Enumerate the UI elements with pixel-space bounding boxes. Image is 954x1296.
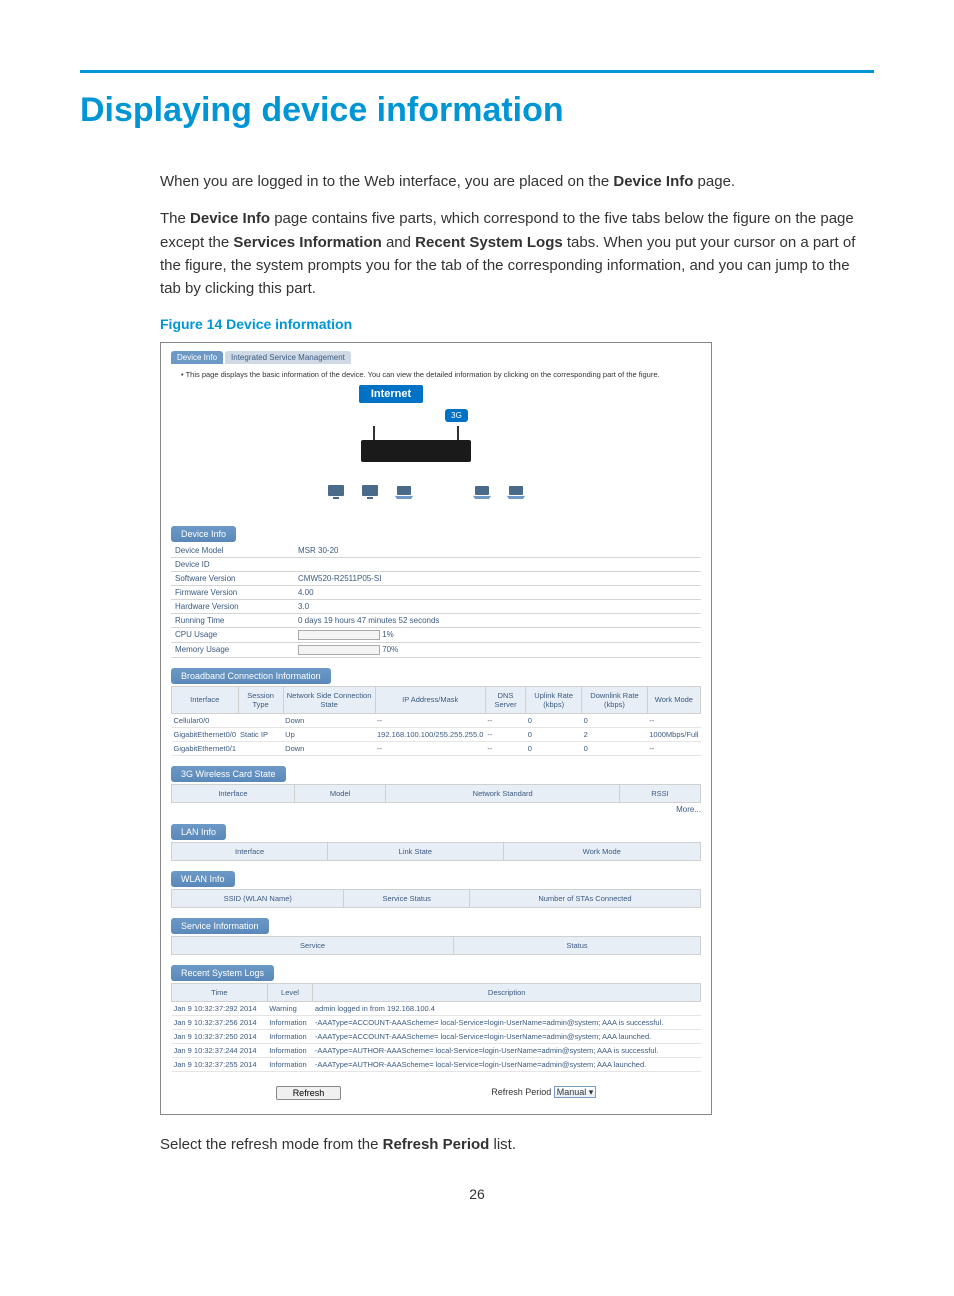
- service-table: ServiceStatus: [171, 936, 701, 955]
- column-header: Status: [454, 936, 701, 954]
- tab-ism[interactable]: Integrated Service Management: [225, 351, 351, 364]
- desktop-icon: [360, 482, 380, 502]
- more-link[interactable]: More...: [171, 805, 701, 814]
- device-info-table: Device ModelMSR 30-20Device IDSoftware V…: [171, 544, 701, 658]
- kv-key: Software Version: [171, 571, 294, 585]
- table-row: Jan 9 10:32:37:250 2014Information-AAATy…: [172, 1029, 701, 1043]
- column-header: Work Mode: [503, 842, 701, 860]
- column-header: Number of STAs Connected: [469, 889, 700, 907]
- column-header: Network Standard: [386, 784, 620, 802]
- refresh-period-select[interactable]: Manual ▾: [554, 1086, 597, 1098]
- column-header: RSSI: [620, 784, 701, 802]
- closing-paragraph: Select the refresh mode from the Refresh…: [160, 1133, 874, 1156]
- laptop-icon: [506, 482, 526, 502]
- kv-value: CMW520-R2511P05-SI: [294, 571, 701, 585]
- column-header: DNS Server: [485, 686, 525, 713]
- section-pill-logs[interactable]: Recent System Logs: [171, 965, 274, 981]
- desktop-icon: [326, 482, 346, 502]
- intro-paragraph-1: When you are logged in to the Web interf…: [160, 170, 874, 193]
- wlan-table: SSID (WLAN Name)Service StatusNumber of …: [171, 889, 701, 908]
- column-header: IP Address/Mask: [375, 686, 485, 713]
- figure-caption: Figure 14 Device information: [160, 314, 874, 336]
- section-pill-wlan[interactable]: WLAN Info: [171, 871, 235, 887]
- table-row: GigabitEthernet0/1Down----00--: [172, 741, 701, 755]
- kv-key: Hardware Version: [171, 599, 294, 613]
- column-header: Interface: [172, 784, 295, 802]
- kv-key: Running Time: [171, 613, 294, 627]
- page-number: 26: [80, 1186, 874, 1202]
- memory-usage-label: Memory Usage: [171, 642, 294, 657]
- page-title: Displaying device information: [80, 91, 874, 130]
- lan-table: InterfaceLink StateWork Mode: [171, 842, 701, 861]
- internet-label: Internet: [359, 385, 423, 403]
- page-hint: • This page displays the basic informati…: [181, 370, 701, 379]
- figure-screenshot: Device Info Integrated Service Managemen…: [160, 342, 712, 1115]
- column-header: Level: [267, 983, 313, 1001]
- refresh-period-group: Refresh Period Manual ▾: [491, 1087, 596, 1098]
- intro-paragraph-2: The Device Info page contains five parts…: [160, 207, 874, 300]
- table-row: Jan 9 10:32:37:292 2014Warningadmin logg…: [172, 1001, 701, 1015]
- table-row: GigabitEthernet0/0Static IPUp192.168.100…: [172, 727, 701, 741]
- kv-value: 4.00: [294, 585, 701, 599]
- column-header: Work Mode: [647, 686, 700, 713]
- laptop-icon: [472, 482, 492, 502]
- table-row: Jan 9 10:32:37:255 2014Information-AAATy…: [172, 1057, 701, 1071]
- tab-device-info[interactable]: Device Info: [171, 351, 223, 364]
- column-header: Description: [313, 983, 701, 1001]
- router-icon: [361, 440, 471, 462]
- column-header: Model: [294, 784, 385, 802]
- column-header: Session Type: [238, 686, 283, 713]
- column-header: Service: [172, 936, 454, 954]
- section-pill-lan[interactable]: LAN Info: [171, 824, 226, 840]
- logs-table: TimeLevelDescription Jan 9 10:32:37:292 …: [171, 983, 701, 1072]
- kv-value: 3.0: [294, 599, 701, 613]
- section-pill-service[interactable]: Service Information: [171, 918, 269, 934]
- kv-key: Device Model: [171, 544, 294, 558]
- column-header: Uplink Rate (kbps): [526, 686, 582, 713]
- column-header: Service Status: [344, 889, 469, 907]
- section-pill-wireless[interactable]: 3G Wireless Card State: [171, 766, 286, 782]
- column-header: Interface: [172, 842, 328, 860]
- column-header: SSID (WLAN Name): [172, 889, 344, 907]
- column-header: Network Side Connection State: [283, 686, 375, 713]
- cpu-usage-label: CPU Usage: [171, 627, 294, 642]
- refresh-button[interactable]: Refresh: [276, 1086, 342, 1100]
- kv-value: 0 days 19 hours 47 minutes 52 seconds: [294, 613, 701, 627]
- three-g-badge: 3G: [445, 409, 468, 422]
- table-row: Jan 9 10:32:37:244 2014Information-AAATy…: [172, 1043, 701, 1057]
- kv-value: MSR 30-20: [294, 544, 701, 558]
- column-header: Time: [172, 983, 268, 1001]
- laptop-icon: [394, 482, 414, 502]
- table-row: Cellular0/0Down----00--: [172, 713, 701, 727]
- topology-diagram[interactable]: Internet 3G: [171, 385, 701, 502]
- column-header: Link State: [328, 842, 503, 860]
- section-pill-broadband[interactable]: Broadband Connection Information: [171, 668, 331, 684]
- table-row: Jan 9 10:32:37:256 2014Information-AAATy…: [172, 1015, 701, 1029]
- column-header: Downlink Rate (kbps): [582, 686, 648, 713]
- wireless-table: InterfaceModelNetwork StandardRSSI: [171, 784, 701, 803]
- kv-key: Device ID: [171, 557, 294, 571]
- kv-value: [294, 557, 701, 571]
- section-pill-device-info[interactable]: Device Info: [171, 526, 236, 542]
- column-header: Interface: [172, 686, 239, 713]
- broadband-table: InterfaceSession TypeNetwork Side Connec…: [171, 686, 701, 756]
- kv-key: Firmware Version: [171, 585, 294, 599]
